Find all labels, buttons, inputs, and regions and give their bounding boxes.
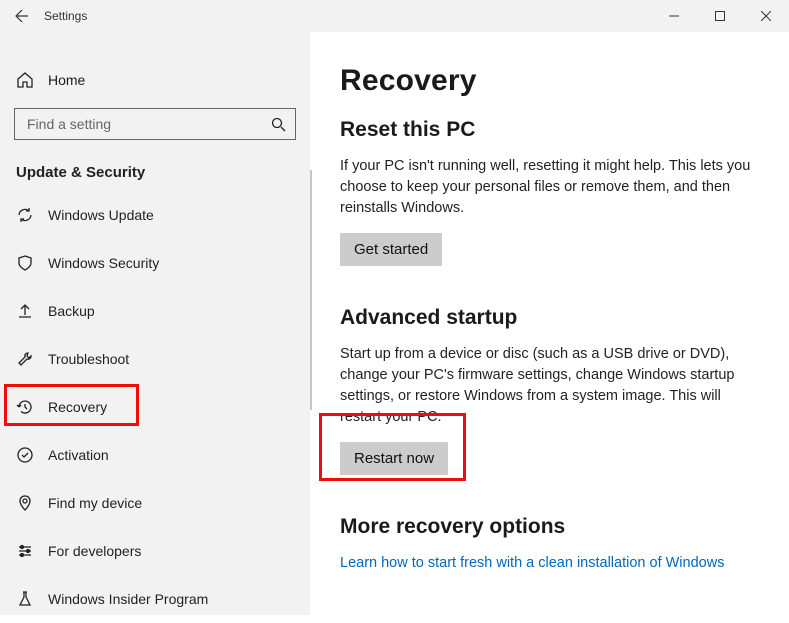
sidebar: Home Update & Security Windows Update Wi… bbox=[0, 32, 310, 615]
nav-find-my-device[interactable]: Find my device bbox=[0, 479, 310, 527]
settings-toggle-icon bbox=[16, 542, 34, 560]
lab-icon bbox=[16, 590, 34, 608]
shield-icon bbox=[16, 254, 34, 272]
close-button[interactable] bbox=[743, 0, 789, 32]
page-title: Recovery bbox=[340, 64, 771, 98]
get-started-button[interactable]: Get started bbox=[340, 233, 442, 266]
nav-label: Backup bbox=[48, 303, 95, 319]
advanced-body: Start up from a device or disc (such as … bbox=[340, 344, 765, 428]
nav-label: Windows Security bbox=[48, 255, 159, 271]
nav-label: Find my device bbox=[48, 495, 142, 511]
scrollbar[interactable] bbox=[310, 170, 312, 410]
restart-now-button[interactable]: Restart now bbox=[340, 442, 448, 475]
history-icon bbox=[16, 398, 34, 416]
home-icon bbox=[16, 71, 34, 89]
nav-label: Windows Update bbox=[48, 207, 154, 223]
reset-body: If your PC isn't running well, resetting… bbox=[340, 156, 765, 219]
back-arrow-icon bbox=[14, 8, 30, 24]
home-label: Home bbox=[48, 72, 85, 88]
nav-troubleshoot[interactable]: Troubleshoot bbox=[0, 335, 310, 383]
nav-label: Activation bbox=[48, 447, 109, 463]
nav-backup[interactable]: Backup bbox=[0, 287, 310, 335]
maximize-button[interactable] bbox=[697, 0, 743, 32]
home-nav[interactable]: Home bbox=[0, 58, 310, 102]
nav-windows-insider[interactable]: Windows Insider Program bbox=[0, 575, 310, 623]
check-circle-icon bbox=[16, 446, 34, 464]
search-box[interactable] bbox=[14, 108, 296, 140]
more-heading: More recovery options bbox=[340, 515, 771, 539]
nav-label: Troubleshoot bbox=[48, 351, 129, 367]
nav-list: Windows Update Windows Security Backup T… bbox=[0, 191, 310, 623]
section-heading: Update & Security bbox=[0, 150, 310, 191]
nav-windows-security[interactable]: Windows Security bbox=[0, 239, 310, 287]
search-icon bbox=[269, 115, 287, 133]
nav-label: Recovery bbox=[48, 399, 107, 415]
titlebar: Settings bbox=[0, 0, 789, 32]
window-controls bbox=[651, 0, 789, 32]
window-title: Settings bbox=[44, 9, 87, 23]
reset-heading: Reset this PC bbox=[340, 118, 771, 142]
advanced-heading: Advanced startup bbox=[340, 306, 771, 330]
search-input[interactable] bbox=[25, 115, 287, 133]
nav-label: Windows Insider Program bbox=[48, 591, 208, 607]
back-button[interactable] bbox=[0, 0, 44, 32]
start-fresh-link[interactable]: Learn how to start fresh with a clean in… bbox=[340, 553, 765, 574]
main-panel: Recovery Reset this PC If your PC isn't … bbox=[310, 32, 789, 615]
nav-recovery[interactable]: Recovery bbox=[0, 383, 310, 431]
wrench-icon bbox=[16, 350, 34, 368]
nav-label: For developers bbox=[48, 543, 141, 559]
nav-for-developers[interactable]: For developers bbox=[0, 527, 310, 575]
sync-icon bbox=[16, 206, 34, 224]
backup-icon bbox=[16, 302, 34, 320]
location-icon bbox=[16, 494, 34, 512]
nav-activation[interactable]: Activation bbox=[0, 431, 310, 479]
nav-windows-update[interactable]: Windows Update bbox=[0, 191, 310, 239]
minimize-button[interactable] bbox=[651, 0, 697, 32]
